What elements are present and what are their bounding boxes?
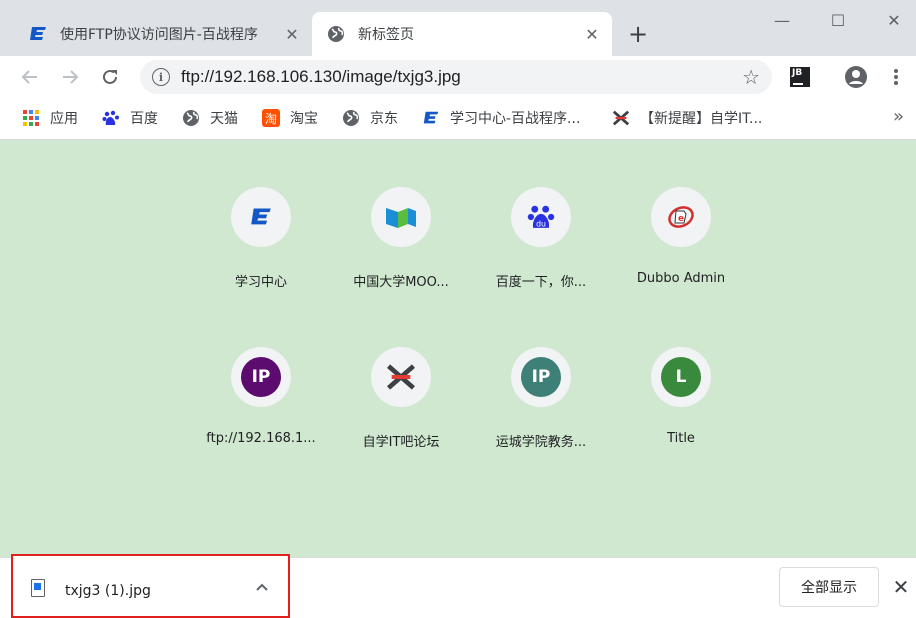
- shortcut-label: ftp://192.168.1...: [206, 431, 316, 446]
- shortcut-tile[interactable]: L Title: [611, 347, 751, 477]
- close-icon[interactable]: ✕: [582, 24, 602, 44]
- url-text[interactable]: ftp://192.168.106.130/image/txjg3.jpg: [181, 67, 461, 87]
- address-bar[interactable]: i ftp://192.168.106.130/image/txjg3.jpg …: [140, 60, 772, 94]
- bookmark-baizhan[interactable]: 学习中心-百战程序...: [422, 107, 580, 129]
- letter-avatar-icon: IP: [521, 357, 561, 397]
- baizhan-logo-icon: [28, 24, 48, 44]
- baizhan-logo-icon: [422, 109, 440, 127]
- bookmark-tmall[interactable]: 天猫: [182, 107, 238, 129]
- bookmark-label: 京东: [370, 111, 398, 127]
- bookmarks-bar: 应用 百度 天猫 淘 淘宝 京东 学习中心-百战程序... 【新提醒】自学IT.…: [0, 98, 916, 140]
- bookmark-jd[interactable]: 京东: [342, 107, 398, 129]
- tab-ftp-image[interactable]: 使用FTP协议访问图片-百战程序 ✕: [14, 12, 312, 56]
- bookmark-apps[interactable]: 应用: [22, 107, 78, 129]
- shortcut-icon-circle: IP: [231, 347, 291, 407]
- bookmark-label: 应用: [50, 111, 78, 127]
- bookmark-label: 淘宝: [290, 111, 318, 127]
- minimize-button[interactable]: —: [762, 6, 802, 34]
- shortcut-label: 百度一下，你...: [495, 275, 587, 290]
- new-tab-button[interactable]: +: [624, 20, 652, 48]
- back-arrow-icon[interactable]: [16, 63, 44, 91]
- show-all-downloads-button[interactable]: 全部显示: [779, 567, 879, 607]
- zixue-x-icon: [612, 109, 630, 127]
- shortcut-label: Title: [667, 431, 695, 446]
- taobao-icon: 淘: [262, 109, 280, 127]
- globe-icon: [342, 109, 360, 127]
- baidu-paw-icon: [102, 109, 120, 127]
- shortcut-label: Dubbo Admin: [636, 271, 726, 286]
- shortcut-tile[interactable]: IP 运城学院教务...: [471, 347, 611, 477]
- info-icon[interactable]: i: [152, 68, 170, 86]
- close-icon[interactable]: ✕: [282, 24, 302, 44]
- tab-title: 使用FTP协议访问图片-百战程序: [60, 27, 258, 43]
- svg-text:e: e: [678, 214, 684, 224]
- jetbrains-extension-icon[interactable]: JB: [790, 67, 810, 87]
- bookmark-zixue[interactable]: 【新提醒】自学IT...: [612, 107, 762, 129]
- shortcut-icon-circle: IP: [511, 347, 571, 407]
- baidu-paw-icon: du: [511, 187, 571, 247]
- download-item[interactable]: txjg3 (1).jpg: [11, 554, 290, 618]
- tab-new-tab[interactable]: 新标签页 ✕: [312, 12, 612, 56]
- bookmark-baidu[interactable]: 百度: [102, 107, 158, 129]
- reload-icon[interactable]: [96, 63, 124, 91]
- profile-avatar-icon[interactable]: [842, 63, 870, 91]
- shortcut-tile[interactable]: 学习中心: [191, 187, 331, 317]
- zixue-x-icon: [371, 347, 431, 407]
- svg-text:du: du: [536, 219, 546, 228]
- window-close-button[interactable]: ✕: [874, 6, 914, 34]
- shortcut-tile[interactable]: du 百度一下，你...: [471, 187, 611, 317]
- chevron-up-icon[interactable]: [255, 577, 269, 596]
- shortcut-tile[interactable]: IP ftp://192.168.1...: [191, 347, 331, 477]
- baizhan-logo-icon: [231, 187, 291, 247]
- shortcut-label: 学习中心: [234, 275, 287, 290]
- shortcut-label: 运城学院教务...: [495, 435, 587, 450]
- forward-arrow-icon[interactable]: [56, 63, 84, 91]
- new-tab-page: 学习中心 中国大学MOO... du 百度一下，你... e Dubbo Adm…: [0, 141, 916, 557]
- menu-kebab-icon[interactable]: [882, 63, 910, 91]
- svg-text:淘: 淘: [265, 112, 277, 126]
- bookmark-label: 百度: [130, 111, 158, 127]
- shortcut-label: 自学IT吧论坛: [362, 435, 440, 450]
- shortcut-tile[interactable]: 自学IT吧论坛: [331, 347, 471, 477]
- letter-avatar-icon: IP: [241, 357, 281, 397]
- shortcut-tile[interactable]: 中国大学MOO...: [331, 187, 471, 317]
- letter-avatar-icon: L: [661, 357, 701, 397]
- dubbo-icon: e: [651, 187, 711, 247]
- download-filename: txjg3 (1).jpg: [65, 583, 151, 599]
- maximize-button[interactable]: ☐: [818, 6, 858, 34]
- tab-strip: 使用FTP协议访问图片-百战程序 ✕ 新标签页 ✕ + — ☐ ✕: [0, 0, 916, 56]
- star-icon[interactable]: ☆: [742, 65, 760, 89]
- toolbar: i ftp://192.168.106.130/image/txjg3.jpg …: [0, 56, 916, 98]
- shortcut-label: 中国大学MOO...: [353, 275, 449, 290]
- bookmark-label: 【新提醒】自学IT...: [640, 111, 763, 127]
- shortcut-icon-circle: L: [651, 347, 711, 407]
- globe-icon: [326, 24, 346, 44]
- mooc-icon: [371, 187, 431, 247]
- shortcut-tile[interactable]: e Dubbo Admin: [611, 187, 751, 317]
- bookmarks-overflow-chevron-icon[interactable]: »: [893, 106, 904, 127]
- tab-title: 新标签页: [358, 27, 414, 43]
- globe-icon: [182, 109, 200, 127]
- bookmark-label: 天猫: [210, 111, 238, 127]
- bookmark-taobao[interactable]: 淘 淘宝: [262, 107, 318, 129]
- image-file-icon: [31, 579, 45, 597]
- close-icon[interactable]: ✕: [890, 575, 912, 599]
- apps-grid-icon: [22, 109, 40, 127]
- bookmark-label: 学习中心-百战程序...: [450, 111, 581, 127]
